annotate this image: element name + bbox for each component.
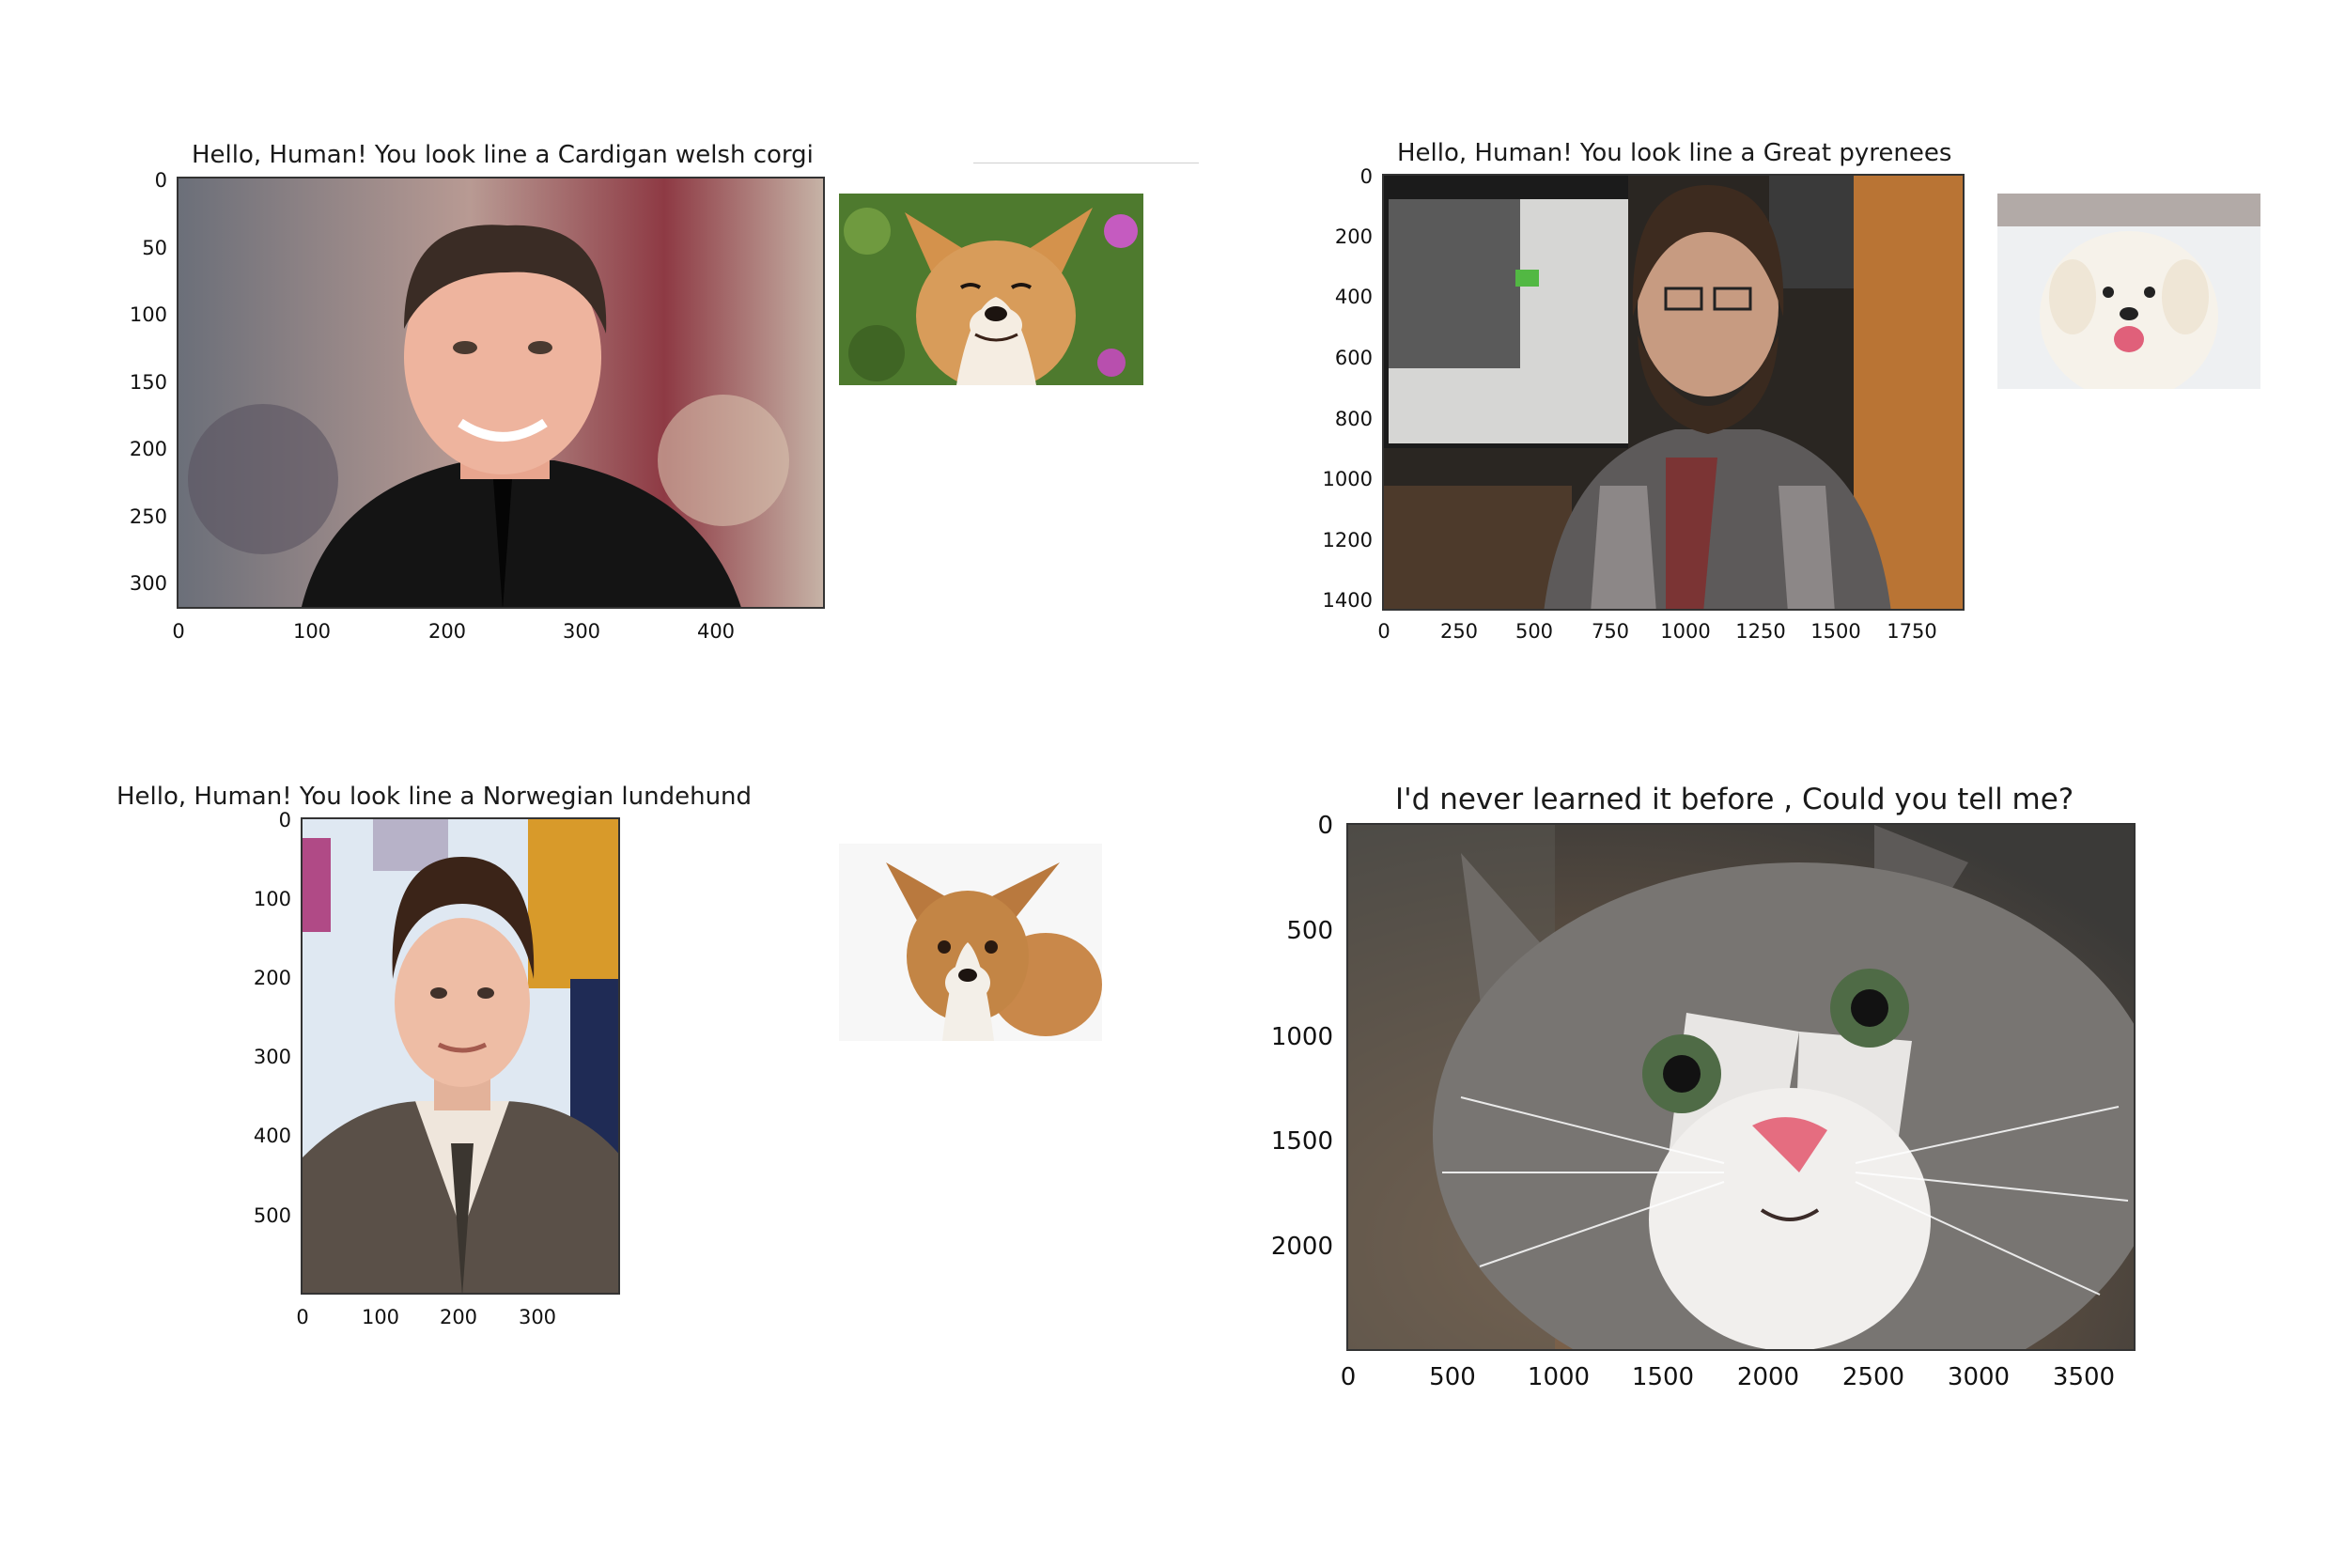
x-tick-label: 0 bbox=[1377, 620, 1390, 643]
human-photo-2 bbox=[1384, 176, 1963, 609]
x-tick-label: 300 bbox=[562, 620, 601, 643]
x-tick-label: 1750 bbox=[1887, 620, 1937, 643]
x-tick-label: 1000 bbox=[1527, 1363, 1591, 1391]
y-tick-label: 1500 bbox=[1270, 1127, 1333, 1156]
x-tick-label: 500 bbox=[1514, 620, 1554, 643]
y-tick-label: 600 bbox=[1334, 347, 1373, 369]
y-tick-label: 500 bbox=[253, 1204, 291, 1227]
y-tick-label: 150 bbox=[129, 371, 167, 394]
x-tick-label: 1000 bbox=[1660, 620, 1711, 643]
panel-4-title: I'd never learned it before , Could you … bbox=[1395, 783, 2074, 816]
x-tick-label: 2000 bbox=[1736, 1363, 1800, 1391]
norwegian-lundehund-dog-photo bbox=[839, 844, 1102, 1041]
panel-3-title: Hello, Human! You look line a Norwegian … bbox=[116, 783, 753, 811]
x-tick-label: 400 bbox=[696, 620, 736, 643]
y-tick-label: 1000 bbox=[1322, 468, 1373, 490]
x-tick-label: 1250 bbox=[1735, 620, 1786, 643]
x-tick-label: 1500 bbox=[1631, 1363, 1695, 1391]
y-tick-label: 300 bbox=[129, 572, 167, 595]
x-tick-label: 200 bbox=[427, 620, 467, 643]
panel-3-image-axes bbox=[301, 817, 620, 1295]
panel-2-image-axes bbox=[1382, 174, 1965, 611]
panel-1-title: Hello, Human! You look line a Cardigan w… bbox=[192, 141, 814, 169]
y-tick-label: 250 bbox=[129, 505, 167, 528]
y-tick-label: 500 bbox=[1286, 917, 1333, 945]
y-tick-label: 300 bbox=[253, 1046, 291, 1068]
x-tick-label: 100 bbox=[361, 1306, 400, 1328]
y-tick-label: 400 bbox=[1334, 286, 1373, 308]
y-tick-label: 0 bbox=[1317, 812, 1333, 840]
panel-2-title: Hello, Human! You look line a Great pyre… bbox=[1397, 139, 1952, 167]
human-photo-3 bbox=[303, 819, 618, 1293]
x-tick-label: 0 bbox=[296, 1306, 309, 1328]
great-pyrenees-dog-photo bbox=[1997, 194, 2260, 389]
x-tick-label: 3500 bbox=[2052, 1363, 2116, 1391]
x-tick-label: 100 bbox=[292, 620, 332, 643]
y-tick-label: 2000 bbox=[1270, 1233, 1333, 1261]
y-tick-label: 800 bbox=[1334, 408, 1373, 430]
x-tick-label: 0 bbox=[172, 620, 185, 643]
cat-photo bbox=[1348, 825, 2134, 1349]
y-tick-label: 100 bbox=[129, 303, 167, 326]
y-tick-label: 200 bbox=[253, 967, 291, 989]
x-tick-label: 500 bbox=[1429, 1363, 1476, 1391]
x-tick-label: 250 bbox=[1439, 620, 1479, 643]
x-tick-label: 200 bbox=[439, 1306, 478, 1328]
y-tick-label: 200 bbox=[129, 438, 167, 460]
y-tick-label: 1200 bbox=[1322, 529, 1373, 551]
y-tick-label: 1000 bbox=[1270, 1023, 1333, 1051]
x-tick-label: 3000 bbox=[1947, 1363, 2011, 1391]
human-photo-1 bbox=[179, 179, 823, 607]
y-tick-label: 1400 bbox=[1322, 589, 1373, 612]
y-tick-label: 0 bbox=[1359, 165, 1373, 188]
y-tick-label: 200 bbox=[1334, 225, 1373, 248]
y-tick-label: 50 bbox=[142, 237, 167, 259]
x-tick-label: 300 bbox=[518, 1306, 557, 1328]
x-tick-label: 2500 bbox=[1841, 1363, 1905, 1391]
panel-4-image-axes bbox=[1346, 823, 2136, 1351]
y-tick-label: 100 bbox=[253, 888, 291, 910]
y-tick-label: 0 bbox=[154, 169, 167, 192]
y-tick-label: 0 bbox=[278, 809, 291, 831]
x-tick-label: 1500 bbox=[1810, 620, 1861, 643]
x-tick-label: 0 bbox=[1340, 1363, 1357, 1391]
x-tick-label: 750 bbox=[1591, 620, 1630, 643]
y-tick-label: 400 bbox=[253, 1125, 291, 1147]
panel-1-image-axes bbox=[177, 177, 825, 609]
corgi-dog-photo bbox=[839, 194, 1143, 385]
